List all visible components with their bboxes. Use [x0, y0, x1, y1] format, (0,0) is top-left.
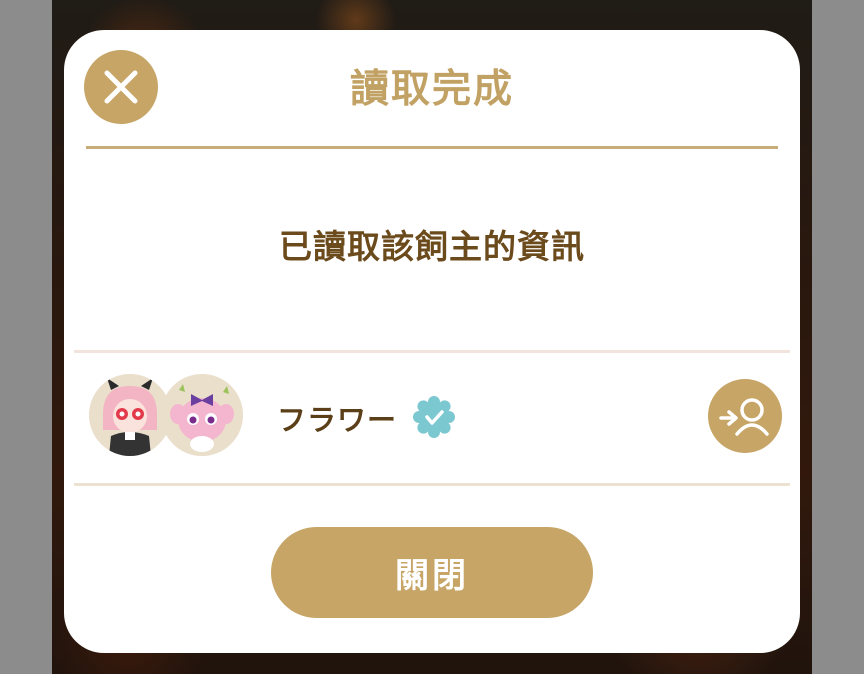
owner-info-row: フラワー [74, 350, 790, 486]
read-complete-dialog: 讀取完成 已讀取該飼主的資訊 フラワー 關閉 [64, 30, 800, 653]
title-divider [86, 146, 778, 149]
close-button[interactable]: 關閉 [271, 527, 593, 618]
switch-owner-button[interactable] [708, 379, 782, 453]
pink-creature-avatar [161, 374, 243, 456]
dialog-title: 讀取完成 [349, 67, 514, 112]
dialog-message: 已讀取該飼主的資訊 [279, 227, 585, 266]
person-switch-icon [719, 398, 769, 436]
devil-girl-avatar [89, 374, 171, 456]
verified-badge-icon [413, 396, 455, 438]
owner-name: フラワー [277, 403, 398, 437]
